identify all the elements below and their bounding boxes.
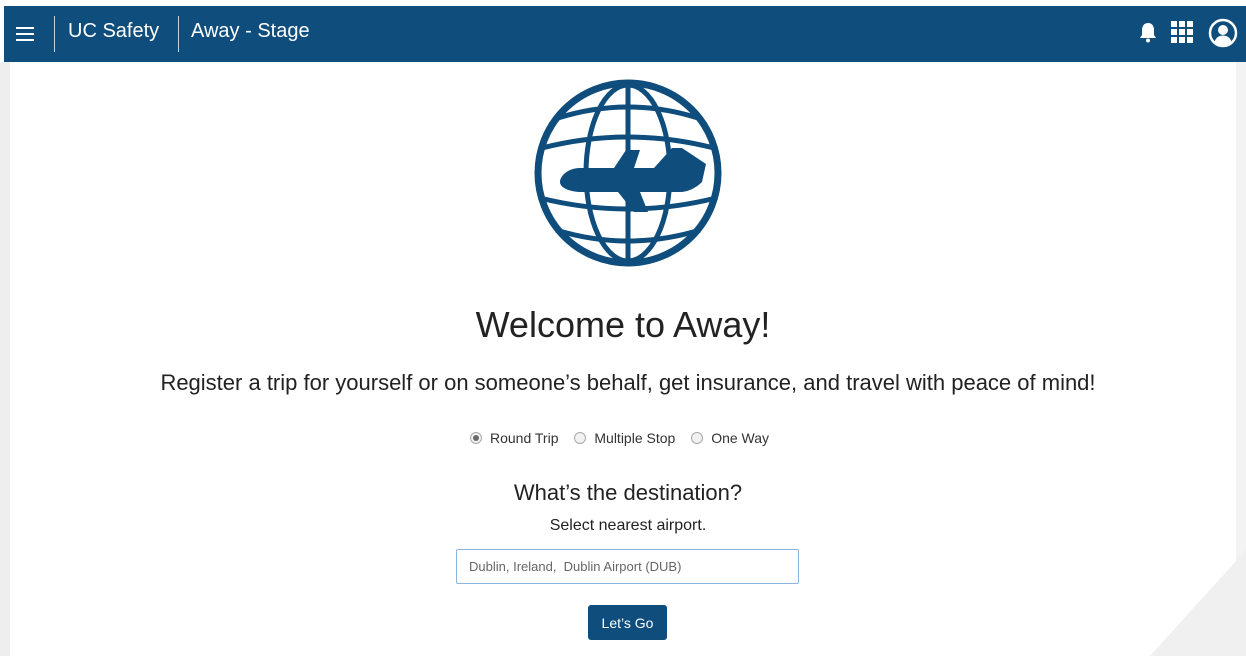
apps-grid-icon[interactable] [1171, 21, 1193, 48]
menu-icon[interactable] [16, 22, 36, 46]
app-window: UC Safety Away - Stage Welcome to Away! … [0, 0, 1246, 656]
destination-input[interactable] [456, 549, 799, 584]
welcome-subtitle: Register a trip for yourself or on someo… [160, 370, 1096, 395]
globe-airplane-logo [530, 76, 726, 270]
trip-type-label: Multiple Stop [594, 430, 676, 446]
radio-round-trip[interactable] [470, 432, 482, 444]
app-name: Away - Stage [191, 20, 310, 42]
brand-name[interactable]: UC Safety [68, 20, 159, 43]
trip-type-label: One Way [711, 430, 770, 446]
welcome-title: Welcome to Away! [475, 304, 771, 345]
destination-hint: Select nearest airport. [549, 517, 707, 534]
header-divider [54, 16, 55, 52]
account-icon[interactable] [1208, 18, 1238, 53]
destination-question: What’s the destination? [513, 480, 743, 505]
header-divider [178, 16, 179, 52]
trip-type-round-trip[interactable]: Round Trip [470, 430, 558, 446]
trip-type-label: Round Trip [490, 430, 559, 446]
lets-go-button[interactable]: Let’s Go [588, 605, 667, 640]
radio-one-way[interactable] [691, 432, 704, 444]
page-corner-decoration [1150, 550, 1246, 656]
radio-multiple-stop[interactable] [574, 432, 587, 444]
left-edge [0, 62, 10, 656]
bell-icon[interactable] [1138, 20, 1158, 49]
trip-type-multiple-stop[interactable]: Multiple Stop [574, 430, 675, 446]
trip-type-one-way[interactable]: One Way [691, 430, 769, 446]
app-header: UC Safety Away - Stage [4, 6, 1246, 62]
trip-type-selector: Round Trip Multiple Stop One Way [470, 430, 781, 450]
